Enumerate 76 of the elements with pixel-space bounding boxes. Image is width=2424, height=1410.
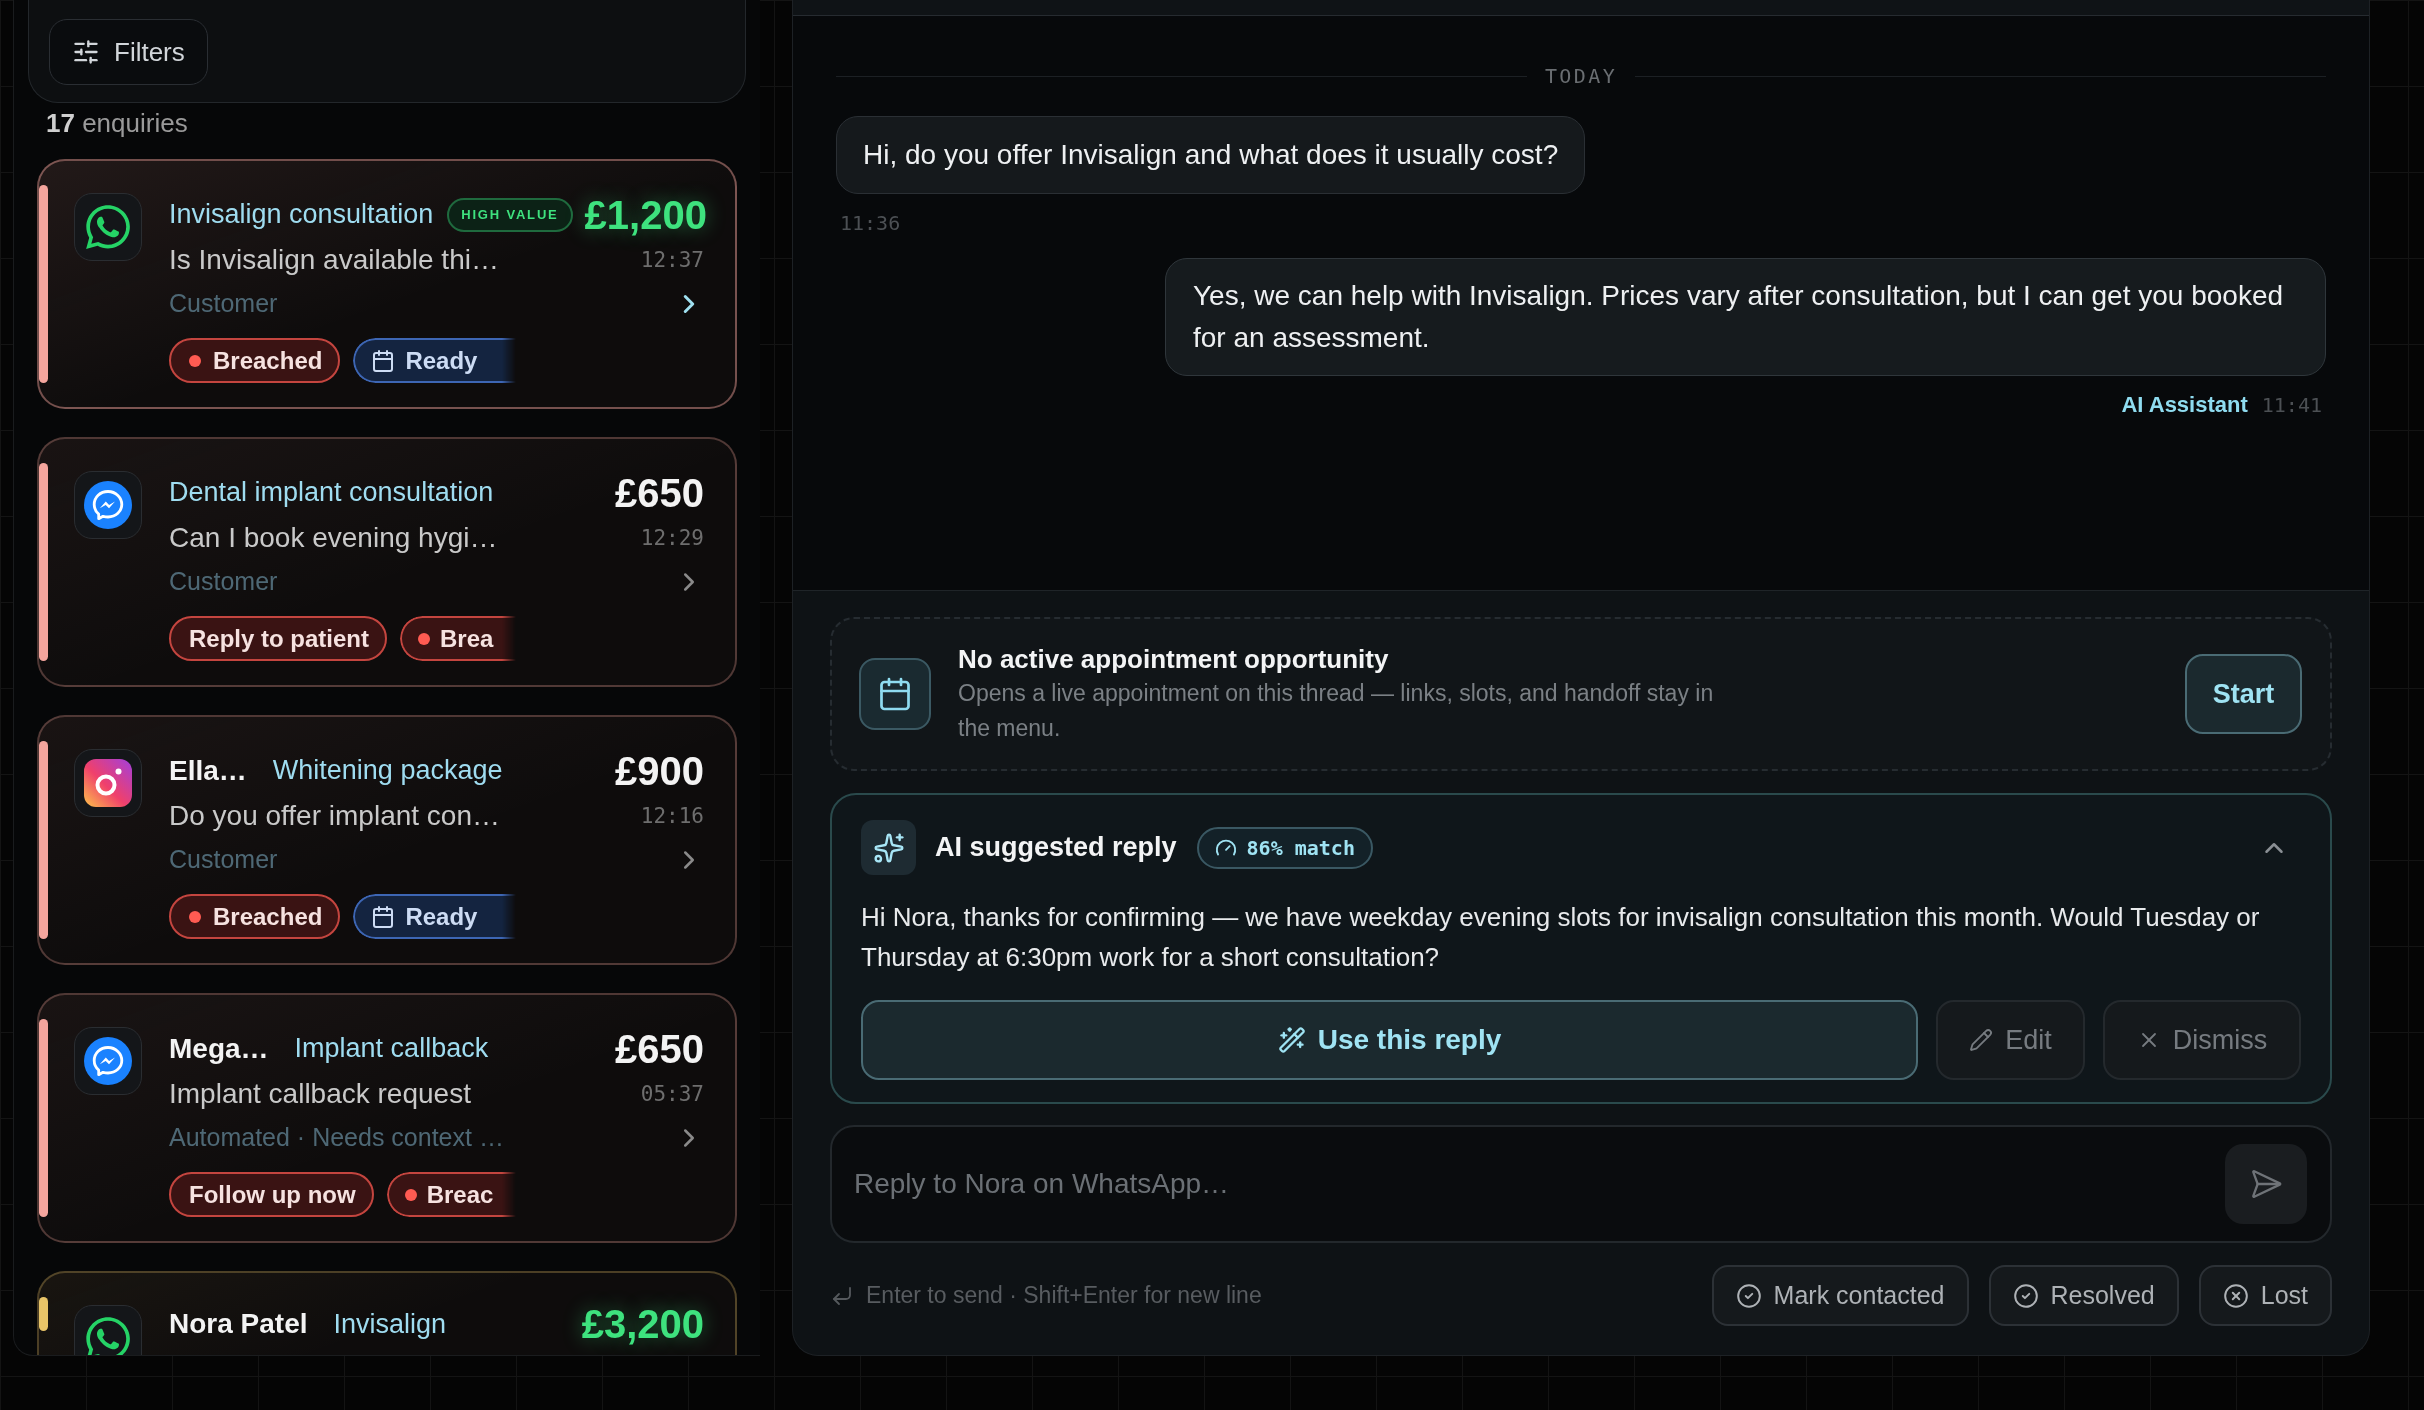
filters-button[interactable]: Filters [49,19,208,85]
price: £650 [614,472,704,513]
message-preview: Do you offer implant con… [169,799,500,834]
contact-meta: Customer [169,844,278,876]
appointment-title: No active appointment opportunity [958,643,1389,676]
date-divider: TODAY [1544,64,1618,88]
calendar-icon [371,904,396,929]
sender-name: AI Assistant [2121,391,2248,419]
enquiry-subject: Invisalign consultation [169,198,434,232]
pencil-icon [1969,1028,1994,1052]
enquiry-subject: Whitening package [272,754,503,788]
edit-button[interactable]: Edit [1936,1000,2085,1080]
contact-meta: Customer [169,288,278,320]
check-circle-icon [2012,1282,2039,1309]
enquiry-card[interactable]: Dental implant consultation £650 Can I book evening hygi… 12:29 Customer Reply to patient Brea [37,437,737,687]
tag-label: Ready [405,901,478,932]
send-icon [2249,1167,2283,1201]
enquiry-count: 17 enquiries [46,107,188,139]
enquiry-subject: Dental implant consultation [169,476,494,510]
message-bubble: Yes, we can help with Invisalign. Prices vary after consultation, but I can get you booked for an assessment. [1165,258,2326,376]
keyboard-hint: Enter to send · Shift+Enter for new line [866,1281,1262,1311]
timestamp: 05:37 [640,1080,704,1108]
enquiry-card[interactable]: Invisalign consultation HIGH VALUE £1,200 Is Invisalign available thi… 12:37 Customer Breached Ready [37,159,737,409]
price: £650 [614,1028,704,1069]
sliders-icon [72,38,100,66]
contact-name: Ella… [169,753,247,788]
timestamp: 12:16 [640,802,704,830]
suggested-reply-text: Hi Nora, thanks for confirming — we have weekday evening slots for invisalign consultation this month. Would Tuesday or Thursday at 6:30pm work for a short consultation? [861,901,2261,974]
enquiry-card[interactable]: Mega… Implant callback £650 Implant callback request 05:37 Automated · Needs context … Follow up now Breac [37,993,737,1243]
tag-label: Reply to patient [189,623,369,654]
message-bubble: Hi, do you offer Invisalign and what does it usually cost? [836,116,1586,194]
enquiry-card[interactable]: Ella… Whitening package £900 Do you offer implant con… 12:16 Customer Breached Ready [37,715,737,965]
lost-button[interactable]: Lost [2198,1265,2332,1326]
tag-label: Breached [213,345,323,376]
message-time: 11:36 [840,210,901,237]
magic-wand-icon [1277,1026,1306,1054]
tag-label: Brea [440,623,494,654]
x-circle-icon [2222,1282,2249,1309]
tag-label: Breached [213,901,323,932]
message-preview: Can I book evening hygi… [169,521,498,556]
send-button[interactable] [2225,1144,2307,1224]
dismiss-button[interactable]: Dismiss [2103,1000,2301,1080]
contact-meta: Automated · Needs context … [169,1122,504,1154]
enquiry-card[interactable]: Nora Patel Invisalign £3,200 [37,1271,737,1355]
price: £3,200 [580,1304,704,1344]
price: £900 [614,750,704,791]
contact-name: Nora Patel [169,1307,308,1341]
camera-icon [74,749,142,817]
match-score: 86% match [1246,834,1355,862]
use-reply-button[interactable]: Use this reply [861,1000,1918,1080]
contact-name: Mega… [169,1031,269,1066]
lightning-chat-bubble-icon [74,1027,142,1095]
reply-input[interactable]: Reply to Nora on WhatsApp… [830,1125,2332,1243]
contacted-button[interactable]: Mark contacted [1711,1265,1969,1326]
price: £1,200 [583,194,707,235]
timestamp: 12:37 [640,246,704,274]
appointment-description: Opens a live appointment on this thread — links, slots, and handoff stay in the menu. [958,679,1715,743]
enquiry-subject: Invisalign [333,1307,447,1341]
sparkles-icon [861,820,916,875]
calendar-icon [859,658,931,730]
start-button[interactable]: Start [2185,654,2302,734]
tag-label: Follow up now [189,1179,356,1210]
calendar-icon [371,348,396,373]
tag-label: Breac [426,1179,494,1210]
resolved-button[interactable]: Resolved [1988,1265,2179,1326]
enquiry-subject: Implant callback [294,1032,489,1066]
tag-label: Ready [405,345,478,376]
phone-chat-bubble-icon [74,193,142,261]
message-time: 11:41 [2261,392,2322,419]
timestamp: 12:29 [640,524,704,552]
check-circle-icon [1735,1282,1762,1309]
message-preview: Is Invisalign available thi… [169,243,499,278]
message-preview: Implant callback request [169,1077,471,1112]
contact-meta: Customer [169,566,278,598]
lightning-chat-bubble-icon [74,471,142,539]
suggestion-title: AI suggested reply [935,831,1177,865]
